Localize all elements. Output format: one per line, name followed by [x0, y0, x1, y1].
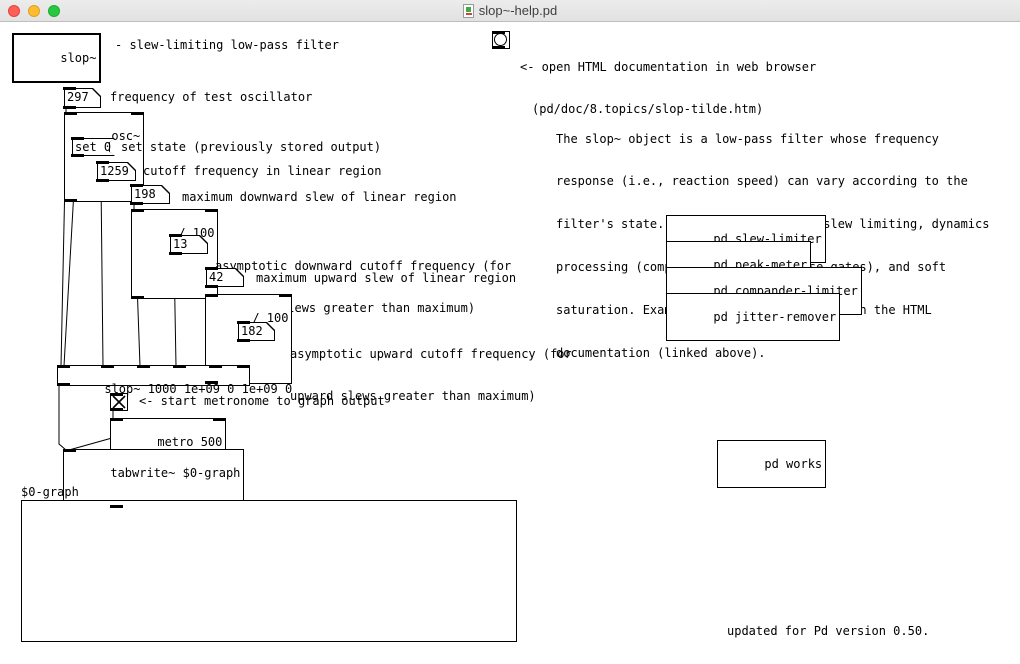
subpatch-label: pd jitter-remover — [713, 310, 836, 324]
outlet-nub — [492, 46, 505, 49]
up-asymptote-value: 182 — [241, 324, 263, 338]
cutoff-value: 1259 — [100, 164, 129, 178]
footer-note: updated for Pd version 0.50. — [727, 624, 929, 638]
set-state-message[interactable]: set 0 — [72, 138, 115, 156]
inlet-nub — [492, 31, 505, 34]
inlet-nub — [213, 418, 226, 421]
description-line: The slop~ object is a low-pass filter wh… — [556, 132, 989, 146]
doc-link-line1: <- open HTML documentation in web browse… — [520, 60, 816, 74]
outlet-nub — [96, 179, 109, 182]
up-slew-value: 42 — [209, 270, 223, 284]
tagline-comment: - slew-limiting low-pass filter — [115, 38, 339, 52]
outlet-nub — [110, 408, 123, 411]
cutoff-number-box[interactable]: 1259 — [97, 162, 136, 181]
subpatch-label: pd works — [764, 457, 822, 471]
tabwrite-label: tabwrite~ $0-graph — [110, 466, 240, 480]
freq-value: 297 — [67, 90, 89, 104]
open-doc-bang[interactable] — [492, 31, 510, 49]
outlet-nub — [205, 285, 218, 288]
up-slew-comment: maximum upward slew of linear region — [256, 271, 516, 285]
outlet-nub — [169, 252, 182, 255]
subpatch-jitter-remover[interactable]: pd jitter-remover — [666, 293, 840, 341]
outlet-nub — [130, 202, 143, 205]
inlet-nub — [205, 294, 218, 297]
comment-line: asymptotic upward cutoff frequency (for — [290, 347, 572, 361]
inlet-nub — [209, 365, 222, 368]
slop-reference-box: slop~ — [12, 33, 101, 83]
description-line: response (i.e., reaction speed) can vary… — [556, 174, 989, 188]
graph-label: $0-graph — [21, 485, 79, 499]
outlet-nub — [63, 106, 76, 109]
inlet-nub — [96, 161, 109, 164]
down-slew-number-box[interactable]: 198 — [131, 185, 170, 204]
outlet-nub — [57, 383, 70, 386]
freq-number-box[interactable]: 297 — [64, 88, 101, 108]
bang-circle-icon — [494, 33, 507, 46]
metro-toggle[interactable] — [110, 393, 128, 411]
metro-label: metro 500 — [157, 435, 222, 449]
up-slew-number-box[interactable]: 42 — [206, 268, 244, 287]
inlet-nub — [205, 267, 218, 270]
outlet-nub — [110, 505, 123, 508]
inlet-nub — [63, 449, 76, 452]
down-asymptote-number-box[interactable]: 13 — [170, 235, 208, 254]
inlet-nub — [63, 87, 76, 90]
inlet-nub — [101, 365, 114, 368]
inlet-nub — [169, 234, 182, 237]
outlet-nub — [205, 381, 218, 384]
inlet-nub — [131, 112, 144, 115]
inlet-nub — [110, 393, 123, 396]
set-state-comment: set state (previously stored output) — [121, 140, 381, 154]
metro-comment: <- start metronome to graph output — [139, 394, 385, 408]
inlet-nub — [130, 184, 143, 187]
inlet-nub — [64, 112, 77, 115]
set-state-label: set 0 — [75, 140, 111, 154]
inlet-nub — [131, 209, 144, 212]
graph-canvas — [21, 500, 517, 642]
slop-object: slop~ 1000 1e+09 0 1e+09 0 — [57, 365, 250, 386]
inlet-nub — [279, 294, 292, 297]
inlet-nub — [71, 137, 84, 140]
inlet-nub — [137, 365, 150, 368]
inlet-nub — [237, 321, 250, 324]
inlet-nub — [237, 365, 250, 368]
down-slew-comment: maximum downward slew of linear region — [182, 190, 457, 204]
outlet-nub — [237, 339, 250, 342]
description-line: documentation (linked above). — [556, 346, 989, 360]
subpatch-works[interactable]: pd works — [717, 440, 826, 488]
outlet-nub — [71, 154, 84, 157]
down-asymptote-value: 13 — [173, 237, 187, 251]
freq-comment: frequency of test oscillator — [110, 90, 312, 104]
pd-patch-window: slop~-help.pd slop~ - slew-limiting low-… — [0, 0, 1020, 664]
inlet-nub — [110, 418, 123, 421]
up-asymptote-comment: asymptotic upward cutoff frequency (for … — [290, 318, 572, 432]
down-slew-value: 198 — [134, 187, 156, 201]
inlet-nub — [57, 365, 70, 368]
up-asymptote-number-box[interactable]: 182 — [238, 322, 275, 341]
outlet-nub — [131, 296, 144, 299]
cutoff-comment: cutoff frequency in linear region — [143, 164, 381, 178]
outlet-nub — [64, 199, 77, 202]
slop-reference-label: slop~ — [60, 51, 96, 65]
inlet-nub — [173, 365, 186, 368]
inlet-nub — [205, 209, 218, 212]
